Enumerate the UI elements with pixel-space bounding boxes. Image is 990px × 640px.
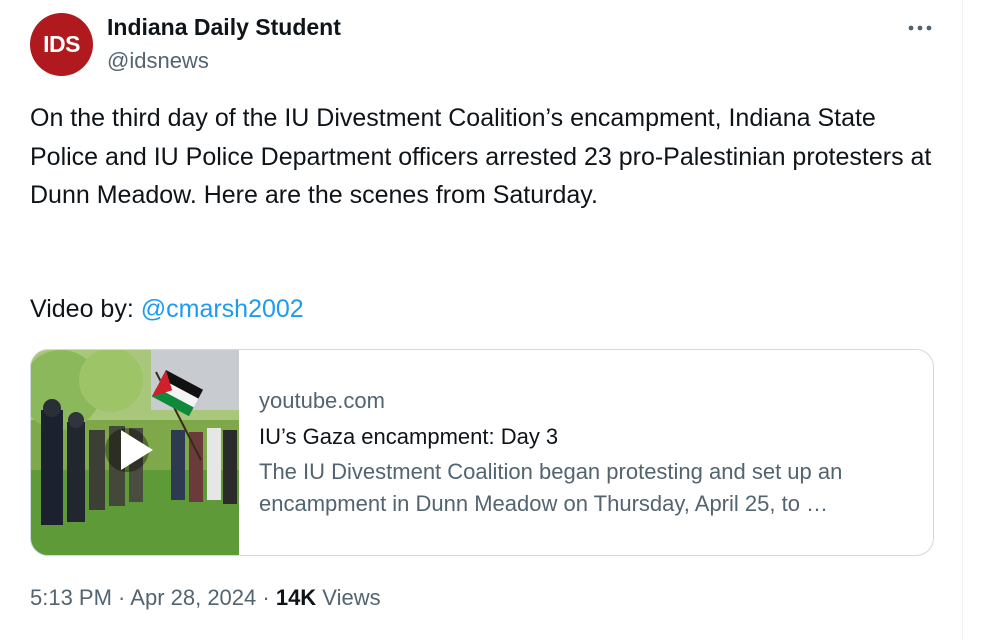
tweet-time[interactable]: 5:13 PM (30, 585, 112, 610)
link-card[interactable]: youtube.com IU’s Gaza encampment: Day 3 … (30, 349, 934, 556)
link-card-domain: youtube.com (259, 388, 385, 413)
tweet-body: On the third day of the IU Divestment Co… (30, 104, 932, 209)
mention-link[interactable]: @cmarsh2002 (141, 295, 304, 323)
account-handle[interactable]: @idsnews (107, 48, 209, 74)
link-card-text: youtube.com IU’s Gaza encampment: Day 3 … (259, 386, 919, 520)
tweet-meta: 5:13 PM · Apr 28, 2024 · 14K Views (30, 585, 381, 611)
meta-separator: · (111, 585, 131, 610)
column-divider (962, 0, 963, 640)
more-horizontal-icon (908, 25, 932, 31)
more-options-button[interactable] (905, 16, 935, 40)
tweet-text: On the third day of the IU Divestment Co… (30, 99, 935, 215)
avatar[interactable]: IDS (30, 13, 93, 76)
views-label: Views (316, 585, 381, 610)
video-thumbnail[interactable] (31, 350, 239, 555)
tweet-date[interactable]: Apr 28, 2024 (130, 585, 256, 610)
video-credit-label: Video by: (30, 295, 141, 323)
play-icon[interactable] (117, 428, 157, 472)
account-name[interactable]: Indiana Daily Student (107, 14, 341, 41)
video-credit: Video by: @cmarsh2002 (30, 290, 304, 328)
meta-separator: · (256, 585, 276, 610)
avatar-logo-text: IDS (43, 31, 80, 57)
views-count: 14K (275, 585, 317, 610)
link-card-description: The IU Divestment Coalition began protes… (259, 459, 843, 516)
link-card-title: IU’s Gaza encampment: Day 3 (259, 424, 559, 449)
